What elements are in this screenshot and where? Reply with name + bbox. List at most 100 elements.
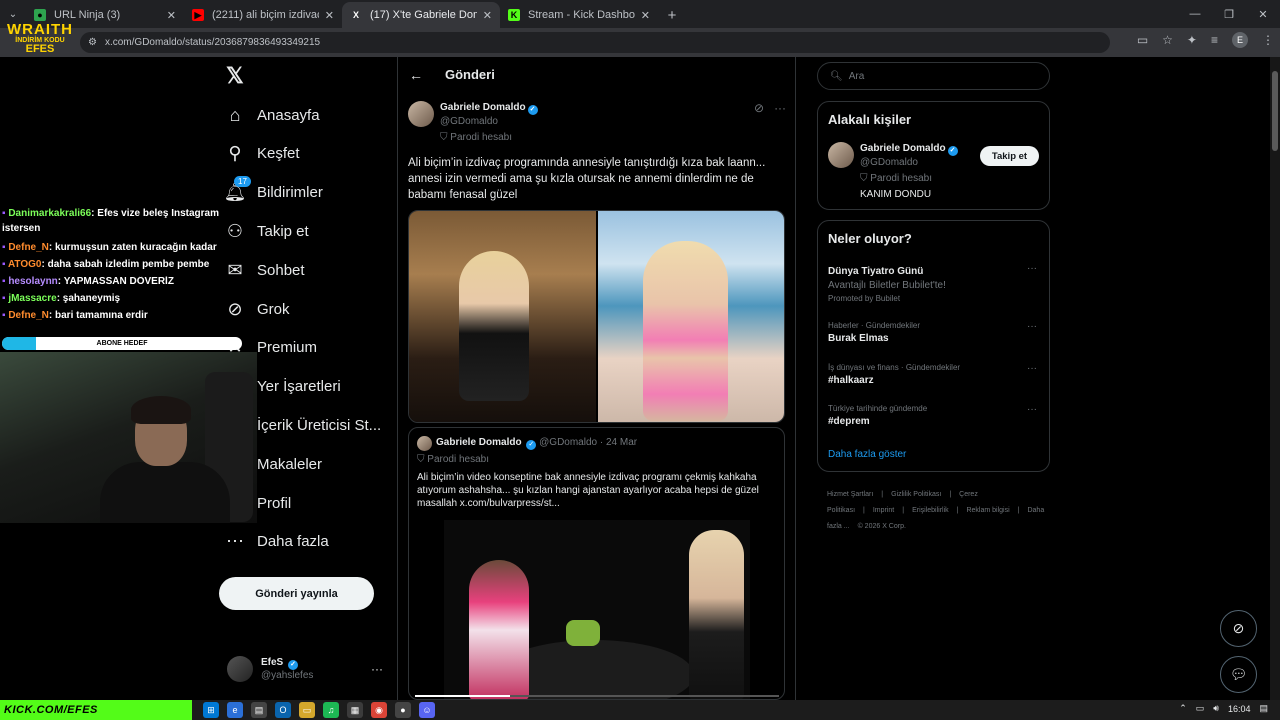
volume-icon[interactable]: 🔊︎ [1213, 703, 1219, 714]
close-tab-icon[interactable]: ✕ [167, 9, 176, 22]
parody-mask-icon: ⛉ [417, 454, 425, 465]
chat-username: hesolaynn [8, 276, 58, 287]
post-image-2[interactable] [597, 211, 784, 422]
post-author-avatar[interactable] [408, 101, 434, 127]
close-tab-icon[interactable]: ✕ [483, 9, 492, 22]
footer-separator: | [881, 491, 884, 498]
more-icon: ⋯ [226, 531, 244, 552]
store-icon[interactable]: ▤ [251, 702, 267, 718]
new-tab-button[interactable]: + [658, 2, 686, 28]
stream-chat-overlay: ▪ Danimarkakrali66: Efes vize beleş Inst… [2, 206, 252, 327]
network-icon[interactable]: ▭ [1196, 703, 1205, 714]
quoted-post[interactable]: Gabriele Domaldo ✓ @GDomaldo · 24 Mar ⛉ … [408, 427, 785, 700]
trend-item[interactable]: Haberler · Gündemdekiler Burak Elmas ··· [828, 321, 1041, 344]
trend-item[interactable]: Dünya Tiyatro Günü Avantajlı Biletler Bub… [828, 263, 1041, 303]
chat-text: : bari tamamına erdir [48, 310, 148, 321]
trend-title: #halkaarz [828, 375, 874, 386]
page-scrollbar[interactable] [1270, 57, 1280, 700]
close-tab-icon[interactable]: ✕ [641, 9, 650, 22]
restore-icon[interactable]: ❐ [1212, 0, 1246, 28]
kick-icon: K [508, 9, 520, 21]
nav-item-home[interactable]: ⌂ Anasayfa [222, 97, 320, 133]
profile-avatar[interactable]: E [1232, 32, 1248, 48]
grok-icon[interactable]: ⊘ [754, 101, 764, 115]
edge-icon[interactable]: e [227, 702, 243, 718]
footer-link[interactable]: Hizmet Şartları [827, 491, 873, 498]
nav-item-search[interactable]: ⚲ Keşfet [222, 136, 299, 172]
main-column-border-left [397, 57, 398, 700]
back-arrow-icon[interactable]: ← [409, 67, 423, 83]
browser-tab[interactable]: ▶ (2211) ali biçim izdivaç - YouTube ✕ [184, 2, 342, 28]
close-tab-icon[interactable]: ✕ [325, 9, 334, 22]
footer-link[interactable]: Erişilebilirlik [912, 507, 949, 514]
follow-button[interactable]: Takip et [980, 146, 1039, 166]
post-image-1[interactable] [409, 211, 596, 422]
post-author-handle[interactable]: @GDomaldo [440, 116, 498, 127]
media-icon[interactable]: ≡ [1211, 33, 1218, 47]
browser-tab-strip: ⌄ ● URL Ninja (3) ✕ ▶ (2211) ali biçim izdiv… [0, 0, 1280, 28]
discord-icon[interactable]: ☺ [419, 702, 435, 718]
trend-more-icon[interactable]: ··· [1027, 263, 1037, 274]
close-window-icon[interactable]: ✕ [1246, 0, 1280, 28]
grok-fab-button[interactable]: ⊘ [1220, 610, 1257, 647]
x-logo-icon[interactable]: 𝕏 [226, 65, 246, 87]
browser-tab-title: (2211) ali biçim izdivaç - YouTube [212, 9, 319, 21]
nav-item-label: Daha fazla [257, 533, 329, 551]
quoted-video[interactable] [444, 520, 750, 699]
extensions-icon[interactable]: ✦ [1187, 33, 1197, 47]
quoted-post-date: · 24 Mar [599, 437, 638, 448]
browser-tab[interactable]: X (17) X'te Gabriele Domaldo: "Ali ✕ [342, 2, 500, 28]
menu-kebab-icon[interactable]: ⋮ [1262, 33, 1274, 47]
search-input[interactable]: 🔍︎ Ara [817, 62, 1050, 90]
clock[interactable]: 16:04 [1228, 704, 1251, 714]
browser-tab-title: (17) X'te Gabriele Domaldo: "Ali [370, 9, 477, 21]
trend-item[interactable]: Türkiye tarihinde gündemde #deprem ··· [828, 404, 1041, 427]
account-switcher[interactable]: EfeS ✓ @yahslefes ··· [227, 656, 383, 682]
notification-icon[interactable]: ▤ [1259, 703, 1268, 714]
tray-chevron-icon[interactable]: ⌃ [1179, 703, 1187, 714]
address-bar[interactable]: ⚙ x.com/GDomaldo/status/2036879836493349… [80, 32, 1110, 53]
windows-start-icon[interactable]: ⊞ [203, 702, 219, 718]
post-media[interactable] [408, 210, 785, 423]
cast-icon[interactable]: ▭ [1137, 33, 1148, 47]
trend-title: Burak Elmas [828, 333, 889, 344]
related-handle[interactable]: @GDomaldo [860, 157, 918, 168]
file-explorer-icon[interactable]: ▭ [299, 702, 315, 718]
trend-category: Türkiye tarihinde gündemde [828, 404, 928, 413]
bookmark-star-icon[interactable]: ☆ [1162, 33, 1173, 47]
post-more-icon[interactable]: ··· [774, 101, 786, 115]
post-author-name[interactable]: Gabriele Domaldo ✓ [440, 102, 538, 115]
chrome-icon[interactable]: ◉ [371, 702, 387, 718]
browser-tab[interactable]: K Stream - Kick Dashboard ✕ [500, 2, 658, 28]
trend-promoted-label: Promoted by Bubilet [828, 294, 901, 303]
post-button[interactable]: Gönderi yayınla [219, 577, 374, 610]
video-progress-bar[interactable] [415, 695, 779, 697]
chat-message: ▪ hesolaynn: YAPMASSAN DÖVERİZ [2, 276, 252, 287]
minimize-icon[interactable]: — [1178, 0, 1212, 28]
nav-item-more[interactable]: ⋯ Daha fazla [222, 524, 329, 560]
chat-message: ▪ Danimarkakrali66: Efes vize beleş Inst… [2, 206, 252, 236]
related-name[interactable]: Gabriele Domaldo ✓ [860, 143, 958, 156]
webcam-feed [0, 352, 257, 523]
footer-link[interactable]: © 2026 X Corp. [858, 523, 906, 530]
trend-item[interactable]: İş dünyası ve finans · Gündemdekiler #hal… [828, 363, 1041, 386]
site-info-icon[interactable]: ⚙ [88, 37, 97, 48]
parody-mask-icon: ⛉ [860, 173, 868, 184]
scrollbar-thumb[interactable] [1272, 71, 1278, 151]
bell-icon: 🔔︎ 17 [222, 175, 251, 206]
footer-link[interactable]: Gizlilik Politikası [891, 491, 941, 498]
trend-more-icon[interactable]: ··· [1027, 363, 1037, 374]
trend-more-icon[interactable]: ··· [1027, 404, 1037, 415]
footer-link[interactable]: Reklam bilgisi [966, 507, 1009, 514]
related-avatar[interactable] [828, 142, 854, 168]
obs-icon[interactable]: ● [395, 702, 411, 718]
app-icon[interactable]: ▦ [347, 702, 363, 718]
trend-more-icon[interactable]: ··· [1027, 321, 1037, 332]
spotify-icon[interactable]: ♫ [323, 702, 339, 718]
messages-fab-button[interactable]: 💬︎ [1220, 656, 1257, 693]
home-icon: ⌂ [229, 104, 241, 125]
footer-link[interactable]: Imprint [873, 507, 894, 514]
account-more-icon[interactable]: ··· [371, 662, 383, 676]
outlook-icon[interactable]: O [275, 702, 291, 718]
show-more-link[interactable]: Daha fazla göster [828, 449, 906, 460]
